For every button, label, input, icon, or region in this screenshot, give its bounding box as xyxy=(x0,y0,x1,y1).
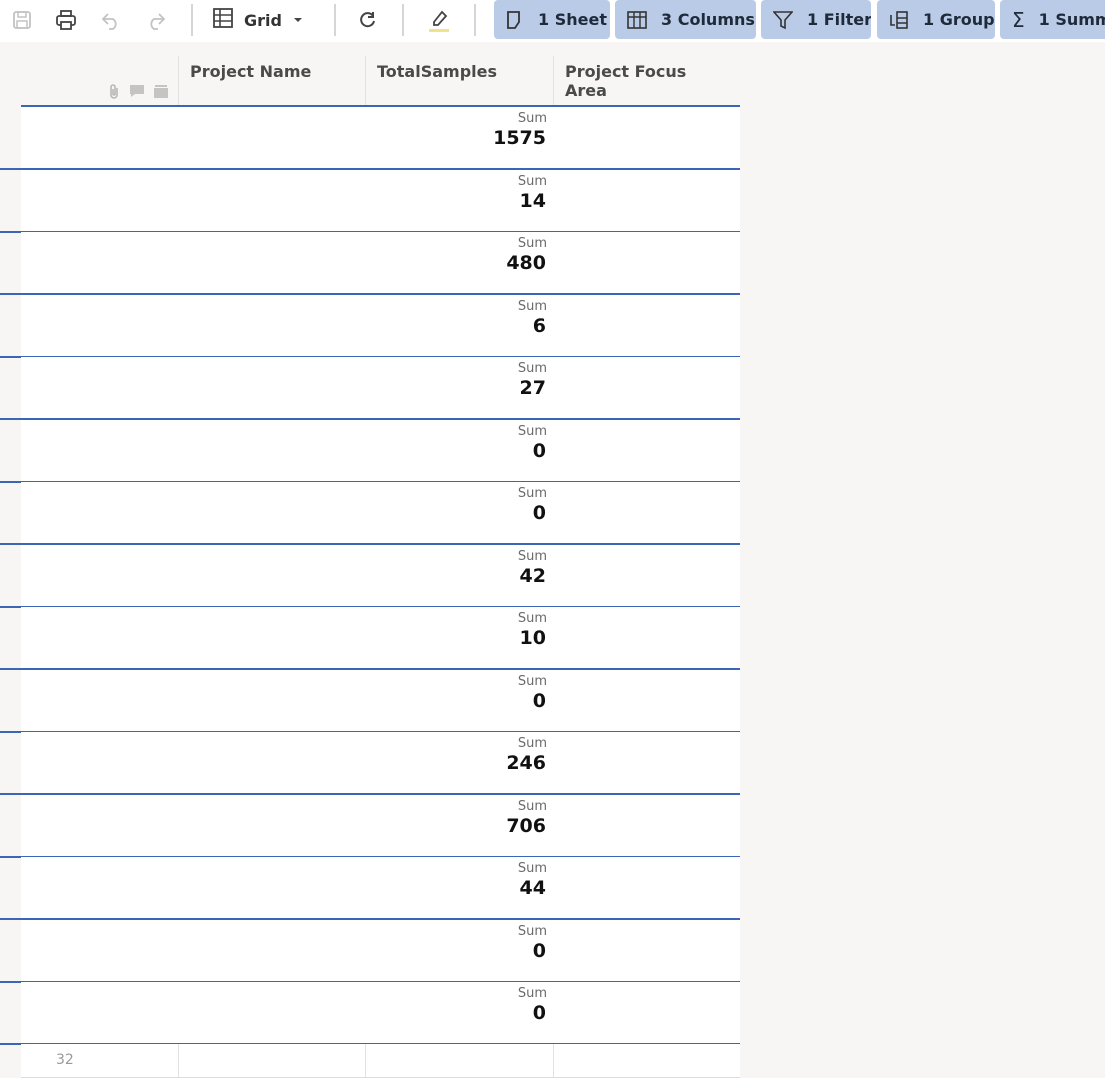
sum-label: Sum xyxy=(517,236,547,251)
sum-value: 0 xyxy=(532,1002,546,1024)
sum-label: Sum xyxy=(517,361,547,376)
total-samples-cell[interactable] xyxy=(366,1044,554,1077)
sum-label: Sum xyxy=(517,174,547,189)
group-summary-row[interactable]: Sum 706 xyxy=(21,795,740,856)
sum-label: Sum xyxy=(517,736,547,751)
sum-value: 1575 xyxy=(493,127,546,149)
table-row[interactable]: 32 xyxy=(21,1044,740,1078)
group-summary-row[interactable]: Sum 0 xyxy=(21,420,740,481)
toolbar-divider xyxy=(474,4,476,36)
filter-icon xyxy=(773,10,793,29)
group-summary-row[interactable]: Sum 10 xyxy=(21,607,740,668)
sum-value: 0 xyxy=(532,440,546,462)
group-summary-row[interactable]: Sum 42 xyxy=(21,545,740,606)
sum-value: 706 xyxy=(506,815,546,837)
redo-icon[interactable] xyxy=(142,6,170,34)
group-summary-row[interactable]: Sum 14 xyxy=(21,170,740,231)
sum-label: Sum xyxy=(517,861,547,876)
grid: Project Name TotalSamples Project Focus … xyxy=(0,46,1105,1078)
sum-value: 27 xyxy=(519,377,546,399)
comment-icon xyxy=(128,83,146,105)
sheet-label: 1 Sheet xyxy=(538,10,607,29)
sum-value: 6 xyxy=(532,315,546,337)
filter-button[interactable]: 1 Filter xyxy=(761,0,871,39)
save-icon[interactable] xyxy=(8,6,36,34)
refresh-icon[interactable] xyxy=(354,6,382,34)
attachment-icon xyxy=(106,83,122,105)
sheet-icon xyxy=(507,10,520,29)
column-header-total-samples[interactable]: TotalSamples xyxy=(366,56,554,106)
sum-value: 14 xyxy=(519,190,546,212)
group-icon xyxy=(890,10,908,29)
sum-label: Sum xyxy=(517,549,547,564)
group-summary-row[interactable]: Sum 44 xyxy=(21,857,740,918)
toolbar-divider xyxy=(334,4,336,36)
group-summary-row[interactable]: Sum 480 xyxy=(21,232,740,293)
group-summary-row[interactable]: Sum 27 xyxy=(21,357,740,418)
focus-area-cell[interactable] xyxy=(554,1044,740,1077)
sum-value: 44 xyxy=(519,877,546,899)
column-header-project-name[interactable]: Project Name xyxy=(179,56,366,106)
group-summary-row[interactable]: Sum 6 xyxy=(21,295,740,356)
grid-icon xyxy=(212,7,234,33)
sum-value: 10 xyxy=(519,627,546,649)
sum-value: 42 xyxy=(519,565,546,587)
sum-value: 0 xyxy=(532,690,546,712)
sum-label: Sum xyxy=(517,674,547,689)
group-summary-row[interactable]: Sum 0 xyxy=(21,982,740,1043)
columns-label: 3 Columns xyxy=(661,10,755,29)
column-header-focus-area[interactable]: Project Focus Area xyxy=(554,56,740,106)
sum-label: Sum xyxy=(517,924,547,939)
undo-icon[interactable] xyxy=(97,6,125,34)
sheet-button[interactable]: 1 Sheet xyxy=(494,0,610,39)
group-summary-row[interactable]: Sum 0 xyxy=(21,920,740,981)
sum-label: Sum xyxy=(517,486,547,501)
group-summary-row[interactable]: Sum 0 xyxy=(21,670,740,731)
proof-icon xyxy=(152,83,170,105)
row-header-cell xyxy=(21,56,179,106)
sum-label: Sum xyxy=(517,111,547,126)
toolbar-divider xyxy=(402,4,404,36)
column-header-row: Project Name TotalSamples Project Focus … xyxy=(21,56,740,106)
sum-value: 0 xyxy=(532,940,546,962)
filter-label: 1 Filter xyxy=(807,10,871,29)
group-summary-row[interactable]: Sum 0 xyxy=(21,482,740,543)
sum-label: Sum xyxy=(517,424,547,439)
columns-button[interactable]: 3 Columns xyxy=(615,0,756,39)
group-summary-row[interactable]: Sum 1575 xyxy=(21,107,740,168)
sum-value: 0 xyxy=(532,502,546,524)
sum-label: Sum xyxy=(517,799,547,814)
sum-label: Sum xyxy=(517,611,547,626)
row-number: 32 xyxy=(56,1052,74,1068)
chevron-down-icon xyxy=(292,11,304,30)
sum-value: 480 xyxy=(506,252,546,274)
toolbar: Grid 1 Sheet 3 Columns 1 Filter 1 Group … xyxy=(0,0,1105,42)
sum-value: 246 xyxy=(506,752,546,774)
summary-icon: Σ xyxy=(1012,7,1025,32)
project-name-cell[interactable] xyxy=(179,1044,366,1077)
summary-label: 1 Summa xyxy=(1038,10,1105,29)
highlight-icon[interactable] xyxy=(425,6,453,34)
toolbar-divider xyxy=(191,4,193,36)
group-summary-row[interactable]: Sum 246 xyxy=(21,732,740,793)
columns-icon xyxy=(627,10,647,29)
view-label: Grid xyxy=(244,10,282,30)
row-number-cell: 32 xyxy=(21,1044,179,1077)
group-label: 1 Group xyxy=(923,10,995,29)
sum-label: Sum xyxy=(517,986,547,1001)
group-button[interactable]: 1 Group xyxy=(877,0,995,39)
print-icon[interactable] xyxy=(52,6,80,34)
sum-label: Sum xyxy=(517,299,547,314)
summary-button[interactable]: Σ 1 Summa xyxy=(1000,0,1105,39)
view-switcher[interactable]: Grid xyxy=(212,4,304,36)
